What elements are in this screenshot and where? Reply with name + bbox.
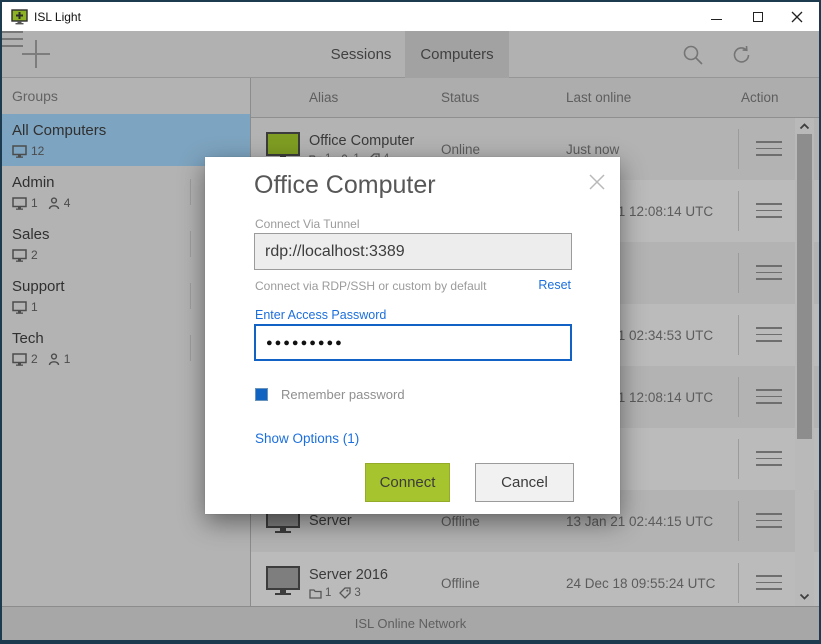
scrollbar-thumb[interactable] [797,134,812,439]
maximize-button[interactable] [738,2,778,31]
add-session-button[interactable] [22,40,50,68]
user-icon [48,353,60,366]
monitor-icon [12,145,27,158]
close-icon [588,173,606,191]
dialog-close-button[interactable] [588,173,606,191]
refresh-icon[interactable] [731,44,753,66]
tunnel-label: Connect Via Tunnel [255,217,360,231]
table-row[interactable]: Server 2016 1 3 Offline 24 Dec 18 09:55:… [251,552,819,606]
col-action: Action [741,90,779,105]
remember-password-row[interactable]: Remember password [255,387,405,402]
toolbar: Sessions Computers [2,31,819,78]
network-status-text: ISL Online Network [355,616,467,631]
monitor-icon [12,249,27,262]
row-actions-icon[interactable] [756,389,782,409]
scroll-up-icon[interactable] [795,118,814,134]
last-online-cell: 24 Dec 18 09:55:24 UTC [566,552,715,606]
minimize-button[interactable] [696,2,736,31]
tab-computers[interactable]: Computers [405,31,509,78]
col-status: Status [441,90,479,105]
tunnel-input[interactable] [254,233,572,270]
title-bar: ISL Light [2,2,819,31]
computer-monitor-icon [266,566,300,595]
monitor-icon [12,353,27,366]
monitor-icon [12,197,27,210]
folder-icon [309,588,322,599]
tab-sessions[interactable]: Sessions [317,31,405,78]
row-actions-icon[interactable] [756,575,782,595]
table-header: Alias Status Last online Action [251,78,819,118]
row-actions-icon[interactable] [756,513,782,533]
password-label[interactable]: Enter Access Password [255,308,386,322]
row-actions-icon[interactable] [756,141,782,161]
row-actions-icon[interactable] [756,265,782,285]
tag-icon [339,587,351,599]
monitor-icon [12,301,27,314]
col-last-online: Last online [566,90,631,105]
window-close-button[interactable] [777,2,817,31]
status-bar: ISL Online Network [2,606,819,640]
scroll-down-icon[interactable] [795,588,814,604]
vertical-scrollbar[interactable] [795,118,814,606]
groups-header: Groups [2,78,250,114]
cancel-button[interactable]: Cancel [475,463,574,502]
user-icon [48,197,60,210]
main-menu-icon[interactable] [2,31,23,47]
search-icon[interactable] [682,44,704,66]
status-cell: Offline [441,552,480,606]
window-title: ISL Light [34,10,81,24]
show-options-link[interactable]: Show Options (1) [255,431,359,446]
row-actions-icon[interactable] [756,203,782,223]
dialog-title: Office Computer [254,171,436,200]
connect-dialog: Office Computer Connect Via Tunnel Conne… [205,157,620,514]
row-actions-icon[interactable] [756,327,782,347]
tunnel-help-text: Connect via RDP/SSH or custom by default [255,279,486,293]
row-actions-icon[interactable] [756,451,782,471]
remember-checkbox[interactable] [255,388,268,401]
password-input[interactable] [254,324,572,361]
isl-light-window: ISL Light Sessions Computers Groups All … [0,0,821,644]
reset-link[interactable]: Reset [538,278,571,292]
app-logo-icon [11,9,28,25]
close-icon [791,11,803,23]
remember-label: Remember password [281,387,405,402]
col-alias: Alias [309,90,338,105]
connect-button[interactable]: Connect [365,463,450,502]
